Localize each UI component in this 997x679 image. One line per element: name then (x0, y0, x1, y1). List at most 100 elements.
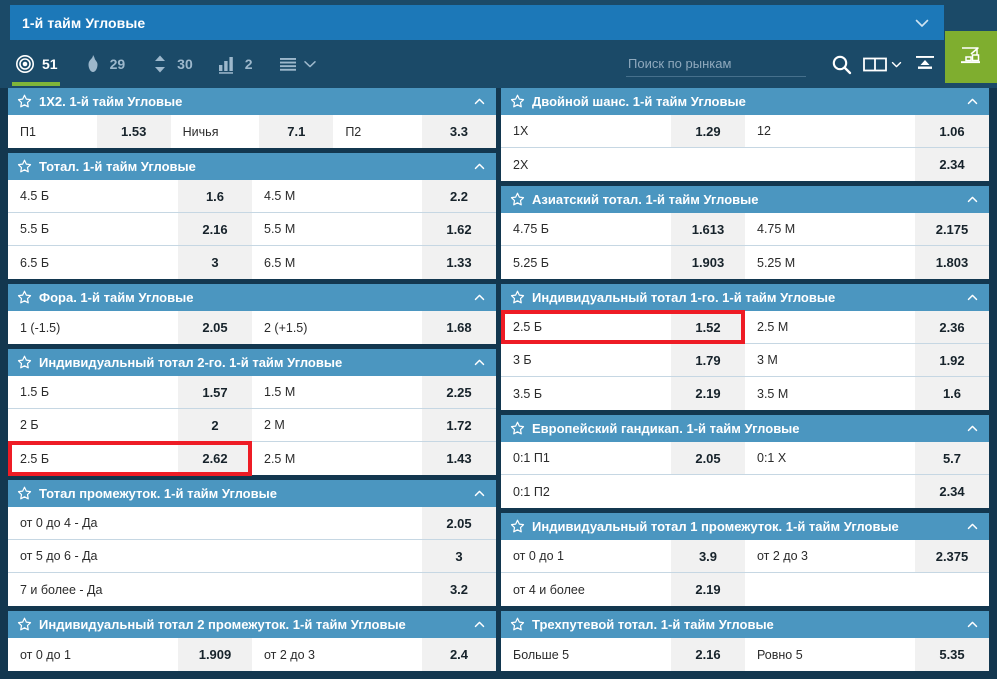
filter-tab-statistics[interactable]: 2 (215, 44, 255, 84)
selection-cell[interactable]: 5.5 М 1.62 (252, 213, 496, 245)
chevron-down-icon[interactable] (912, 13, 932, 33)
market-title: Трехпутевой тотал. 1-й тайм Угловые (532, 617, 774, 632)
selection-cell[interactable]: 5.25 М 1.803 (745, 246, 989, 279)
selection-cell[interactable]: от 4 и более 2.19 (501, 573, 745, 606)
market-header[interactable]: Тотал. 1-й тайм Угловые (8, 153, 496, 180)
selection-cell[interactable]: 3 Б 1.79 (501, 344, 745, 376)
market-header[interactable]: Индивидуальный тотал 1-го. 1-й тайм Угло… (501, 284, 989, 311)
selection-cell[interactable]: 6.5 Б3 (8, 246, 252, 279)
market-header[interactable]: Европейский гандикап. 1-й тайм Угловые (501, 415, 989, 442)
selection-cell[interactable]: от 0 до 1 3.9 (501, 540, 745, 572)
chevron-up-icon[interactable] (965, 422, 979, 436)
chevron-up-icon[interactable] (472, 356, 486, 370)
chevron-up-icon[interactable] (472, 95, 486, 109)
chevron-up-icon[interactable] (965, 95, 979, 109)
market-header[interactable]: Индивидуальный тотал 1 промежуток. 1-й т… (501, 513, 989, 540)
search-input[interactable] (626, 51, 806, 77)
selection-cell[interactable]: 2.5 М 1.43 (252, 442, 496, 475)
chevron-up-icon[interactable] (965, 193, 979, 207)
star-icon[interactable] (16, 355, 32, 371)
selection-cell[interactable]: от 0 до 4 - Да 2.05 (8, 507, 496, 539)
selection-cell[interactable]: 2 Б2 (8, 409, 252, 441)
chevron-up-icon[interactable] (472, 618, 486, 632)
selection-cell[interactable]: П1 1.53 (8, 115, 171, 148)
market-header[interactable]: Азиатский тотал. 1-й тайм Угловые (501, 186, 989, 213)
filter-more-menu[interactable] (275, 44, 320, 84)
selection-cell[interactable]: 3 М 1.92 (745, 344, 989, 376)
selection-cell[interactable]: 2.5 Б 2.62 (8, 441, 252, 476)
selection-cell[interactable]: 4.75 М 2.175 (745, 213, 989, 245)
selection-cell[interactable]: 5.25 Б 1.903 (501, 246, 745, 279)
market-header[interactable]: Трехпутевой тотал. 1-й тайм Угловые (501, 611, 989, 638)
selection-cell[interactable]: 2X 2.34 (501, 148, 989, 181)
star-icon[interactable] (509, 617, 525, 633)
star-icon[interactable] (16, 486, 32, 502)
market-header[interactable]: Фора. 1-й тайм Угловые (8, 284, 496, 311)
selection-cell[interactable]: 4.5 М 2.2 (252, 180, 496, 212)
chevron-up-icon[interactable] (472, 487, 486, 501)
chevron-up-icon[interactable] (965, 291, 979, 305)
chevron-up-icon[interactable] (472, 291, 486, 305)
selection-cell[interactable]: 12 1.06 (745, 115, 989, 147)
market-header[interactable]: Тотал промежуток. 1-й тайм Угловые (8, 480, 496, 507)
selection-cell[interactable]: 5.5 Б 2.16 (8, 213, 252, 245)
selection-cell[interactable]: 3.5 М 1.6 (745, 377, 989, 410)
selection-cell[interactable]: 2 М 1.72 (252, 409, 496, 441)
market-header[interactable]: 1X2. 1-й тайм Угловые (8, 88, 496, 115)
selection-cell[interactable]: 0:1 П1 2.05 (501, 442, 745, 474)
selection-odds: 2.05 (422, 507, 496, 539)
selection-cell[interactable]: 1 (-1.5) 2.05 (8, 311, 252, 344)
chevron-up-icon[interactable] (965, 618, 979, 632)
selection-cell[interactable]: П2 3.3 (333, 115, 496, 148)
filter-tab-totals[interactable]: 30 (147, 44, 195, 84)
star-icon[interactable] (509, 94, 525, 110)
market-header[interactable]: Двойной шанс. 1-й тайм Угловые (501, 88, 989, 115)
selection-cell[interactable]: 1.5 М 2.25 (252, 376, 496, 408)
selection-cell[interactable]: 2 (+1.5) 1.68 (252, 311, 496, 344)
star-icon[interactable] (16, 290, 32, 306)
star-icon[interactable] (509, 421, 525, 437)
collapse-all-icon[interactable] (906, 47, 944, 81)
selection-label: 1.5 М (252, 376, 422, 408)
selection-cell[interactable]: от 2 до 3 2.375 (745, 540, 989, 572)
filter-tab-all[interactable]: 51 (12, 44, 60, 86)
market-group-title-bar[interactable]: 1-й тайм Угловые (10, 5, 944, 40)
chevron-up-icon[interactable] (965, 520, 979, 534)
selection-cell[interactable]: 0:1 X 5.7 (745, 442, 989, 474)
market-rows: 1X 1.29 12 1.06 2X 2.34 (501, 115, 989, 181)
chevron-up-icon[interactable] (472, 160, 486, 174)
selection-cell[interactable]: Больше 5 2.16 (501, 638, 745, 671)
selection-cell[interactable]: 6.5 М 1.33 (252, 246, 496, 279)
star-icon[interactable] (509, 192, 525, 208)
selection-cell[interactable]: Ничья 7.1 (170, 115, 334, 148)
star-icon[interactable] (16, 94, 32, 110)
selection-cell[interactable]: 3.5 Б 2.19 (501, 377, 745, 410)
column-layout-selector[interactable] (860, 47, 906, 81)
selection-cell[interactable]: 4.5 Б 1.6 (8, 180, 252, 212)
market-block: Европейский гандикап. 1-й тайм Угловые 0:… (501, 415, 989, 508)
selection-cell[interactable]: Ровно 5 5.35 (745, 638, 989, 671)
filter-tab-popular[interactable]: 29 (80, 44, 128, 84)
market-row: 5.25 Б 1.903 5.25 М 1.803 (501, 246, 989, 279)
selection-cell[interactable]: 4.75 Б 1.613 (501, 213, 745, 245)
market-row: от 4 и более 2.19 (501, 573, 989, 606)
selection-cell[interactable]: 0:1 П2 2.34 (501, 475, 989, 508)
star-icon[interactable] (16, 159, 32, 175)
market-header[interactable]: Индивидуальный тотал 2 промежуток. 1-й т… (8, 611, 496, 638)
star-icon[interactable] (16, 617, 32, 633)
search-icon[interactable] (822, 47, 860, 81)
selection-cell[interactable]: 2.5 М 2.36 (745, 311, 989, 343)
selection-cell[interactable]: от 2 до 3 2.4 (252, 638, 496, 671)
selection-cell[interactable]: 1.5 Б 1.57 (8, 376, 252, 408)
star-icon[interactable] (509, 290, 525, 306)
selection-odds: 2.2 (422, 180, 496, 212)
selection-cell[interactable]: 1X 1.29 (501, 115, 745, 147)
brand-button[interactable] (945, 31, 997, 83)
star-icon[interactable] (509, 519, 525, 535)
selection-cell[interactable]: 2.5 Б 1.52 (501, 310, 745, 344)
selection-cell[interactable]: 7 и более - Да 3.2 (8, 573, 496, 606)
selection-cell[interactable]: от 0 до 1 1.909 (8, 638, 252, 671)
selection-cell[interactable]: от 5 до 6 - Да 3 (8, 540, 496, 572)
selection-label: 2.5 М (745, 311, 915, 343)
market-header[interactable]: Индивидуальный тотал 2-го. 1-й тайм Угло… (8, 349, 496, 376)
